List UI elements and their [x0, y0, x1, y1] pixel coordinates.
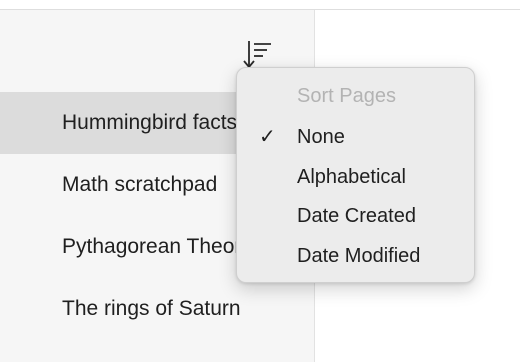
menu-item-date-modified[interactable]: Date Modified [237, 236, 474, 276]
menu-item-label: Date Created [297, 205, 416, 227]
menu-item-alphabetical[interactable]: Alphabetical [237, 157, 474, 197]
menu-item-label: None [297, 126, 345, 148]
page-item-rings-of-saturn[interactable]: The rings of Saturn [0, 278, 314, 340]
checkmark-icon: ✓ [259, 126, 276, 148]
menu-item-date-created[interactable]: Date Created [237, 196, 474, 236]
menu-item-label: Alphabetical [297, 166, 406, 188]
sort-pages-menu: Sort Pages ✓ None Alphabetical Date Crea… [236, 67, 475, 283]
menu-item-none[interactable]: ✓ None [237, 117, 474, 157]
menu-item-label: Date Modified [297, 245, 421, 267]
menu-header: Sort Pages [297, 85, 396, 107]
